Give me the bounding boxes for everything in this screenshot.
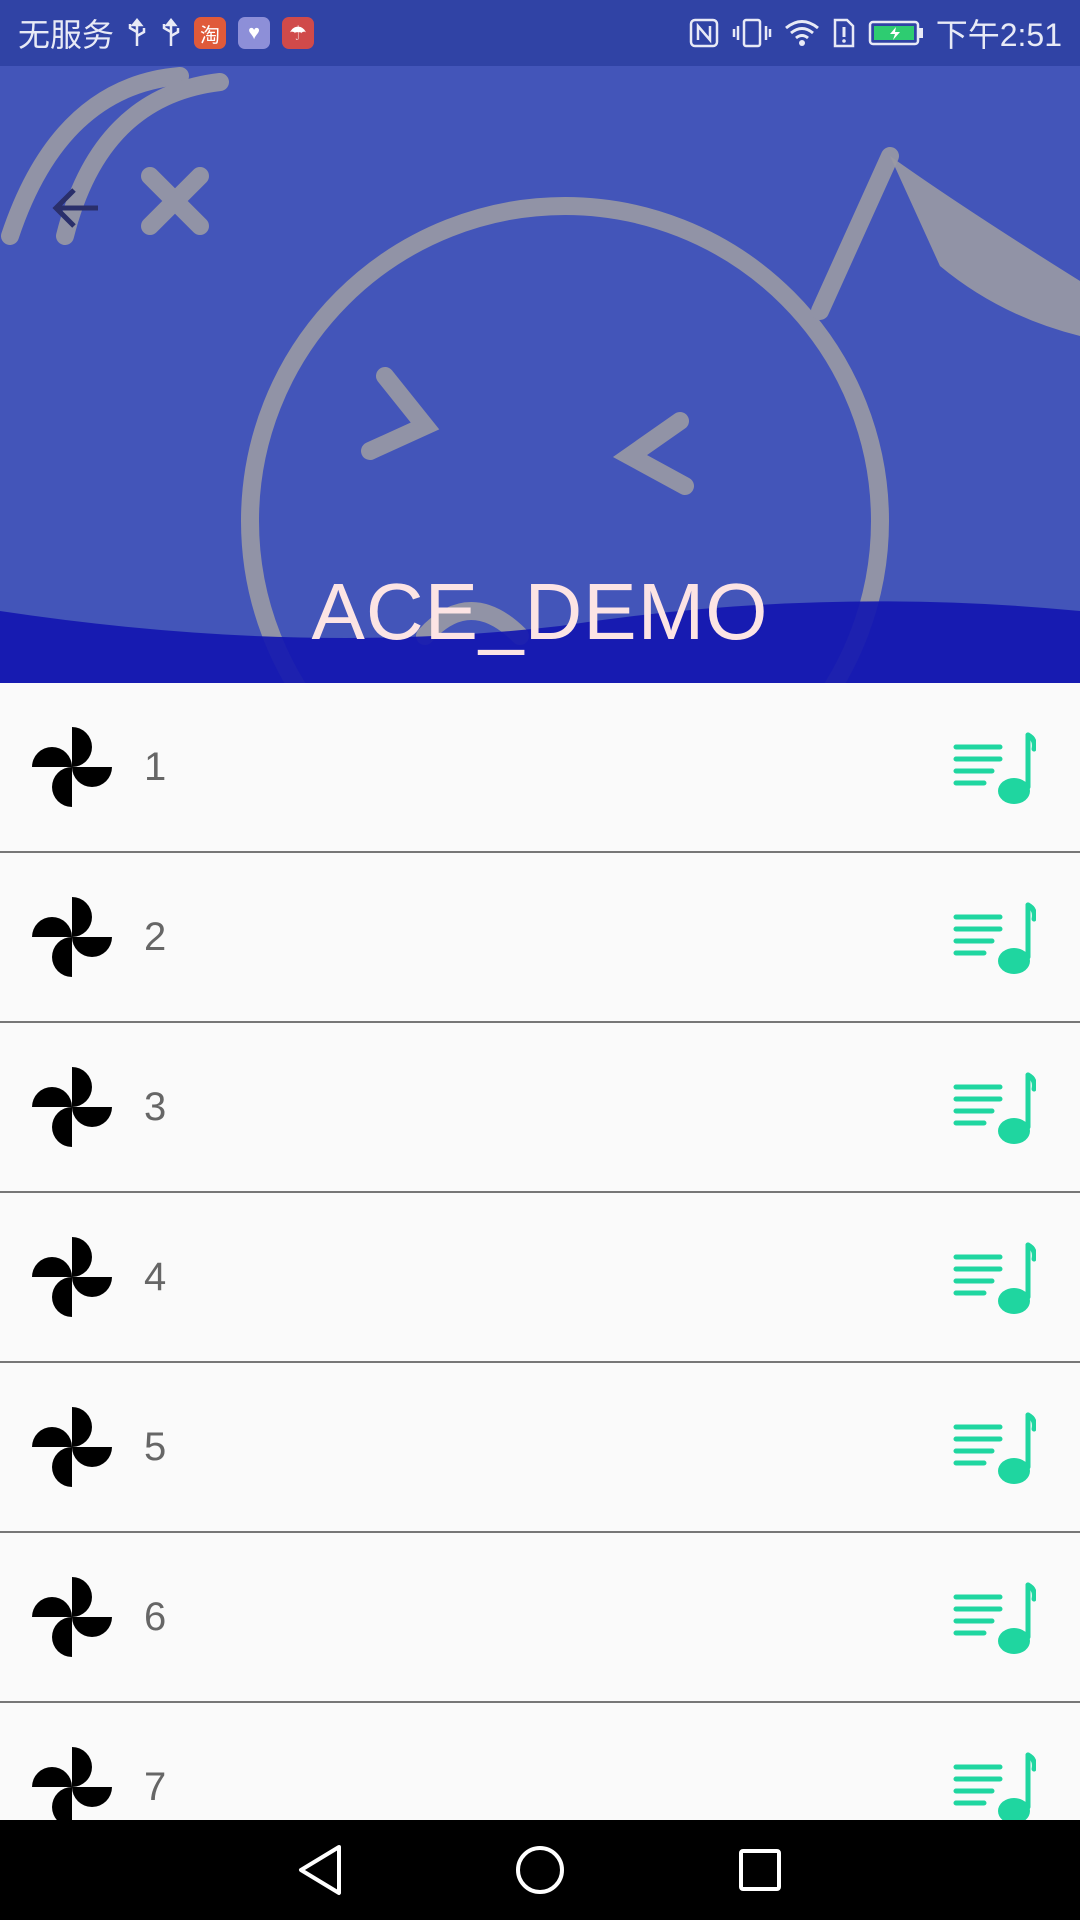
- list-item-label: 2: [144, 915, 167, 959]
- status-bar-right: 下午2:51: [688, 10, 1062, 56]
- arrow-left-icon: [52, 188, 98, 228]
- music-playlist-icon[interactable]: [952, 1745, 1036, 1820]
- music-playlist-icon[interactable]: [952, 1575, 1036, 1659]
- square-recents-icon: [739, 1849, 781, 1891]
- music-playlist-icon[interactable]: [952, 1405, 1036, 1489]
- system-navigation-bar: [0, 1820, 1080, 1920]
- status-bar: 无服务 淘 ♥ ☂ 下午2:51: [0, 0, 1080, 66]
- heart-app-icon: ♥: [238, 17, 271, 49]
- pinwheel-icon: [32, 1747, 112, 1820]
- wifi-icon: [784, 18, 820, 48]
- nfc-icon: [688, 17, 720, 49]
- list-item[interactable]: 1: [0, 683, 1080, 853]
- taobao-icon: 淘: [194, 17, 227, 49]
- sim-alert-icon: [832, 17, 856, 49]
- triangle-back-icon: [299, 1845, 341, 1895]
- music-playlist-icon[interactable]: [952, 1235, 1036, 1319]
- pinwheel-icon: [32, 727, 112, 807]
- vibrate-icon: [732, 17, 772, 49]
- list-item[interactable]: 2: [0, 853, 1080, 1023]
- page-title: ACE_DEMO: [311, 567, 769, 656]
- list-item[interactable]: 3: [0, 1023, 1080, 1193]
- list-item-label: 1: [144, 745, 167, 789]
- list-item[interactable]: 6: [0, 1533, 1080, 1703]
- list-item[interactable]: 5: [0, 1363, 1080, 1533]
- umbrella-app-icon: ☂: [282, 17, 315, 49]
- nav-home-button[interactable]: [505, 1835, 575, 1905]
- back-button[interactable]: [40, 171, 114, 245]
- list-item-label: 5: [144, 1425, 167, 1469]
- pinwheel-icon: [32, 1067, 112, 1147]
- item-list: 1 2 3 4 5 6 7: [0, 683, 1080, 1820]
- header-banner: ACE_DEMO: [0, 66, 1080, 683]
- usb-icon: [160, 18, 182, 48]
- music-playlist-icon[interactable]: [952, 1065, 1036, 1149]
- list-item-label: 6: [144, 1595, 167, 1639]
- circle-home-icon: [516, 1846, 564, 1894]
- pinwheel-icon: [32, 1407, 112, 1487]
- music-playlist-icon[interactable]: [952, 725, 1036, 809]
- list-item-label: 4: [144, 1255, 167, 1299]
- clock-time: 下午2:51: [935, 17, 1062, 53]
- list-item-label: 3: [144, 1085, 167, 1129]
- pinwheel-icon: [32, 1237, 112, 1317]
- nav-recents-button[interactable]: [725, 1835, 795, 1905]
- pinwheel-icon: [32, 1577, 112, 1657]
- carrier-text: 无服务: [18, 17, 115, 53]
- battery-icon: [868, 18, 924, 48]
- status-bar-left: 无服务 淘 ♥ ☂: [18, 10, 315, 56]
- nav-back-button[interactable]: [285, 1835, 355, 1905]
- list-item[interactable]: 4: [0, 1193, 1080, 1363]
- list-item-label: 7: [144, 1765, 167, 1809]
- pinwheel-icon: [32, 897, 112, 977]
- list-item[interactable]: 7: [0, 1703, 1080, 1820]
- music-playlist-icon[interactable]: [952, 895, 1036, 979]
- usb-icon: [126, 18, 148, 48]
